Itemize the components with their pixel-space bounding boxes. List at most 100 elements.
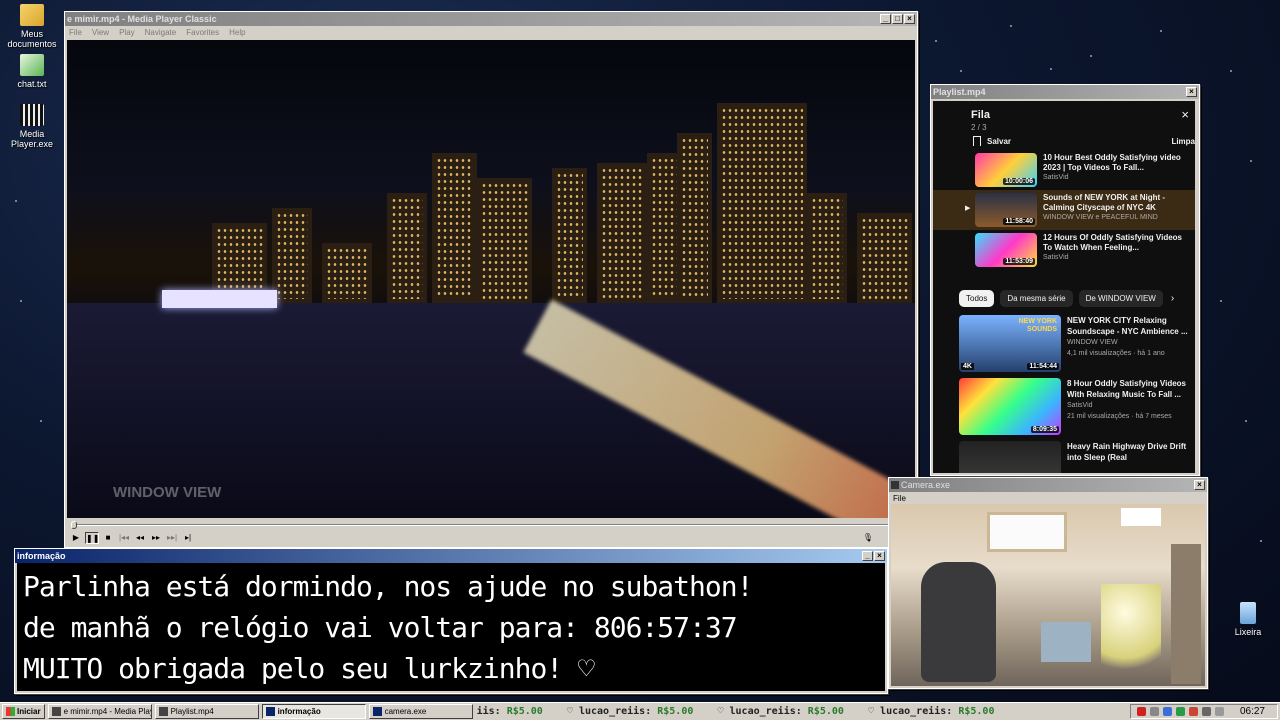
menu-favorites[interactable]: Favorites — [186, 28, 219, 37]
settings-icon[interactable] — [1149, 707, 1159, 716]
info-message: Parlinha está dormindo, nos ajude no sub… — [17, 563, 885, 691]
close-button[interactable]: × — [1194, 480, 1205, 490]
clear-button[interactable]: Limpa — [1171, 137, 1195, 146]
desktop-icon-chat[interactable]: chat.txt — [0, 54, 64, 89]
playlist-titlebar[interactable]: Playlist.mp4 × — [931, 85, 1199, 99]
filter-chips: Todos Da mesma série De WINDOW VIEW › — [933, 270, 1195, 315]
media-player-icon — [158, 707, 168, 716]
previous-icon[interactable]: |◂◂ — [117, 532, 131, 544]
recommendation-item[interactable]: NEW YORK SOUNDS 4K 11:54:44 NEW YORK CIT… — [933, 315, 1195, 372]
now-playing-icon: ▶ — [965, 205, 971, 212]
seek-thumb[interactable] — [71, 521, 77, 529]
desktop-icon-recycle-bin[interactable]: Lixeira — [1216, 602, 1280, 637]
queue-item[interactable]: 11:53:09 12 Hours Of Oddly Satisfying Vi… — [933, 230, 1195, 270]
recommendation-item[interactable]: Heavy Rain Highway Drive Drift into Slee… — [933, 441, 1195, 473]
recommendation-item[interactable]: 8:09:35 8 Hour Oddly Satisfying Videos W… — [933, 378, 1195, 435]
info-line-2: de manhã o relógio vai voltar para: 806:… — [23, 611, 738, 644]
bookmark-icon[interactable] — [973, 136, 981, 146]
minimize-button[interactable]: _ — [880, 14, 891, 24]
queue-item-current[interactable]: ▶ 11:58:40 Sounds of NEW YORK at Night -… — [933, 190, 1195, 230]
video-thumbnail: 10:00:06 — [975, 153, 1037, 187]
close-queue-icon[interactable]: × — [1181, 107, 1189, 122]
menu-view[interactable]: View — [92, 28, 109, 37]
volume-icon[interactable] — [1201, 707, 1211, 716]
task-camera[interactable]: camera.exe — [368, 704, 473, 719]
ferry — [162, 290, 277, 308]
video-frame[interactable]: WINDOW VIEW — [67, 40, 915, 518]
media-player-titlebar[interactable]: e mimir.mp4 - Media Player Classic _ □ × — [65, 12, 917, 26]
save-button[interactable]: Salvar — [987, 137, 1171, 146]
next-icon[interactable]: ▸▸| — [165, 532, 179, 544]
donation-ticker: iis: R$5.00 ♡ lucao_reiis: R$5.00 ♡ luca… — [476, 706, 995, 717]
frame-step-icon[interactable]: ▸| — [181, 532, 195, 544]
folder-icon — [20, 4, 44, 26]
task-playlist[interactable]: Playlist.mp4 — [154, 704, 259, 719]
menu-file[interactable]: File — [893, 494, 906, 503]
queue-item[interactable]: 10:00:06 10 Hour Best Oddly Satisfying v… — [933, 150, 1195, 190]
menu-help[interactable]: Help — [229, 28, 245, 37]
info-window[interactable]: informação _ × Parlinha está dormindo, n… — [14, 548, 888, 694]
printer-icon[interactable] — [1214, 707, 1224, 716]
window-icon — [265, 707, 275, 716]
text-file-icon — [20, 54, 44, 76]
camera-window[interactable]: Camera.exe × File — [888, 477, 1208, 689]
video-thumbnail: 8:09:35 — [959, 378, 1061, 435]
stop-icon[interactable]: ■ — [101, 532, 115, 544]
camera-menubar: File — [889, 492, 1207, 504]
video-watermark: WINDOW VIEW — [113, 484, 222, 501]
camera-icon — [372, 707, 382, 716]
chip-all[interactable]: Todos — [959, 290, 995, 307]
camera-title: Camera.exe — [901, 480, 951, 490]
queue-position: 2 / 3 — [971, 123, 987, 132]
close-button[interactable]: × — [904, 14, 915, 24]
menu-play[interactable]: Play — [119, 28, 135, 37]
youtube-queue-panel: Fila × 2 / 3 Salvar Limpa 10:00:06 10 Ho… — [933, 101, 1195, 473]
chip-channel[interactable]: De WINDOW VIEW — [1078, 290, 1163, 307]
media-player-window[interactable]: e mimir.mp4 - Media Player Classic _ □ ×… — [64, 11, 918, 548]
info-line-1: Parlinha está dormindo, nos ajude no sub… — [23, 570, 753, 603]
video-thumbnail: 11:53:09 — [975, 233, 1037, 267]
task-info[interactable]: informação — [261, 704, 366, 719]
desktop-icon-documents[interactable]: Meus documentos — [0, 4, 64, 49]
camera-feed — [891, 504, 1205, 686]
antivirus-icon[interactable] — [1136, 707, 1146, 716]
windows-logo-icon — [6, 707, 15, 716]
system-tray: 06:27 — [1129, 704, 1278, 719]
chevron-right-icon[interactable]: › — [1171, 293, 1174, 304]
desktop-icon-media-player[interactable]: Media Player.exe — [0, 104, 64, 149]
info-titlebar[interactable]: informação _ × — [15, 549, 887, 563]
clock[interactable]: 06:27 — [1240, 706, 1265, 717]
media-player-title: e mimir.mp4 - Media Player Classic — [67, 14, 217, 24]
playlist-title: Playlist.mp4 — [933, 87, 986, 97]
volume-icon[interactable]: 🎙 — [861, 532, 875, 544]
video-thumbnail: 11:58:40 — [975, 193, 1037, 227]
menu-file[interactable]: File — [69, 28, 82, 37]
start-button[interactable]: Iniciar — [2, 704, 45, 719]
video-thumbnail — [959, 441, 1061, 473]
taskbar: Iniciar e mimir.mp4 - Media Player... Pl… — [0, 702, 1280, 720]
close-button[interactable]: × — [1186, 87, 1197, 97]
forward-icon[interactable]: ▸▸ — [149, 532, 163, 544]
close-button[interactable]: × — [874, 551, 885, 561]
task-media-player[interactable]: e mimir.mp4 - Media Player... — [47, 704, 152, 719]
info-title: informação — [17, 551, 66, 561]
playback-controls: ▶ ❚❚ ■ |◂◂ ◂◂ ▸▸ ▸▸| ▸| 🎙 — [67, 531, 915, 545]
playlist-window[interactable]: Playlist.mp4 × Fila × 2 / 3 Salvar Limpa… — [930, 84, 1200, 476]
chip-same-series[interactable]: Da mesma série — [1000, 290, 1073, 307]
security-icon[interactable] — [1188, 707, 1198, 716]
seek-bar[interactable] — [67, 520, 915, 530]
camera-app-icon — [891, 481, 899, 489]
pause-icon[interactable]: ❚❚ — [85, 532, 99, 544]
maximize-button[interactable]: □ — [892, 14, 903, 24]
media-player-icon — [20, 104, 44, 126]
media-player-menubar: File View Play Navigate Favorites Help — [65, 26, 917, 38]
play-icon[interactable]: ▶ — [69, 532, 83, 544]
network-icon[interactable] — [1162, 707, 1172, 716]
minimize-button[interactable]: _ — [862, 551, 873, 561]
camera-titlebar[interactable]: Camera.exe × — [889, 478, 1207, 492]
menu-navigate[interactable]: Navigate — [145, 28, 177, 37]
media-player-icon — [51, 707, 61, 716]
tool-icon[interactable] — [1175, 707, 1185, 716]
video-thumbnail: NEW YORK SOUNDS 4K 11:54:44 — [959, 315, 1061, 372]
rewind-icon[interactable]: ◂◂ — [133, 532, 147, 544]
